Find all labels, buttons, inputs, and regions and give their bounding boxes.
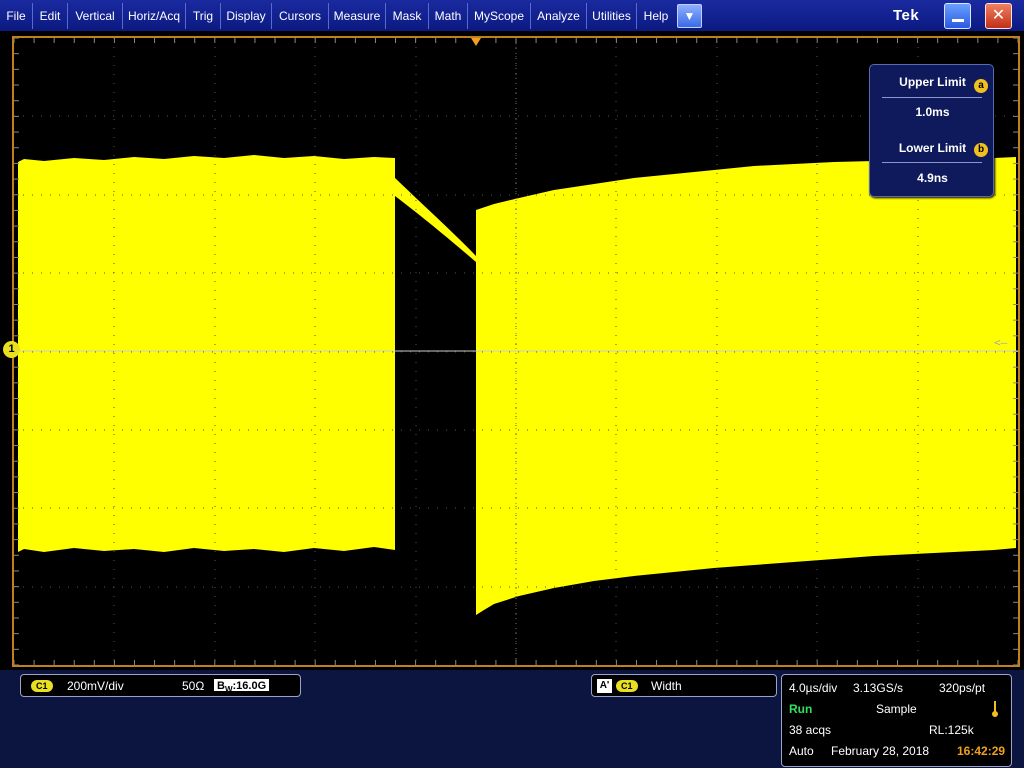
measurement-channel-badge: C1 — [616, 680, 638, 692]
menu-edit[interactable]: Edit — [33, 0, 67, 32]
sample-rate: 3.13GS/s — [853, 681, 904, 695]
channel-1-readout[interactable]: C1 200mV/div 50Ω BW:16.0G — [20, 674, 301, 697]
tek-logo: Tek — [893, 7, 920, 24]
chevron-down-icon: ▼ — [683, 9, 696, 23]
minimize-button[interactable] — [944, 3, 971, 29]
close-button[interactable]: ✕ — [985, 3, 1012, 29]
measurement-readout[interactable]: A' C1 Width — [591, 674, 777, 697]
divider — [882, 162, 982, 163]
menu-display[interactable]: Display — [221, 0, 271, 32]
run-status: Run — [789, 702, 813, 716]
waveform-segment-right — [476, 157, 1016, 615]
knob-a-icon: a — [974, 79, 988, 93]
clock: 16:42:29 — [957, 744, 1006, 758]
trigger-mode: Auto — [789, 744, 814, 758]
bandwidth-badge: BW:16.0G — [213, 678, 271, 694]
waveform-segment-decay — [395, 178, 476, 262]
acquisition-readout[interactable]: 4.0µs/div 3.13GS/s 320ps/pt Run Sample 3… — [781, 674, 1012, 767]
time-resolution: 320ps/pt — [939, 681, 986, 695]
acquisition-mode: Sample — [876, 702, 917, 716]
knob-b-icon: b — [974, 143, 988, 157]
vertical-scale: 200mV/div — [67, 679, 124, 693]
menu-math[interactable]: Math — [429, 0, 467, 32]
menu-utilities[interactable]: Utilities — [587, 0, 636, 32]
menu-measure[interactable]: Measure — [329, 0, 385, 32]
menu-file[interactable]: File — [0, 0, 32, 32]
menu-cursors[interactable]: Cursors — [272, 0, 328, 32]
menu-trig[interactable]: Trig — [186, 0, 220, 32]
channel-1-marker[interactable]: 1 — [3, 341, 20, 358]
divider — [882, 97, 982, 98]
channel-badge: C1 — [31, 680, 53, 692]
menu-vertical[interactable]: Vertical — [68, 0, 122, 32]
menu-help[interactable]: Help — [637, 0, 675, 32]
reference-badge: A' — [597, 679, 612, 693]
menu-analyze[interactable]: Analyze — [531, 0, 586, 32]
date: February 28, 2018 — [831, 744, 930, 758]
waveform-segment-left — [18, 155, 395, 552]
waveform-trace — [18, 155, 1016, 615]
menu-horiz-acq[interactable]: Horiz/Acq — [123, 0, 185, 32]
menu-dropdown-button[interactable]: ▼ — [677, 4, 702, 28]
trigger-level-icon — [992, 701, 998, 717]
status-area: C1 200mV/div 50Ω BW:16.0G A' C1 Width 4.… — [0, 670, 1024, 768]
measurement-label: Width — [651, 679, 682, 693]
acquisition-count: 38 acqs — [789, 723, 832, 737]
horizontal-scale: 4.0µs/div — [789, 681, 838, 695]
upper-limit-value[interactable]: 1.0ms — [870, 105, 995, 119]
trigger-position-marker — [471, 38, 481, 46]
trigger-level-marker: <— — [994, 336, 1008, 349]
record-length: RL:125k — [929, 723, 974, 737]
menu-myscope[interactable]: MyScope — [468, 0, 530, 32]
menu-bar: File Edit Vertical Horiz/Acq Trig Displa… — [0, 0, 1024, 32]
close-icon: ✕ — [991, 7, 1006, 24]
limits-panel[interactable]: Upper Limit a 1.0ms Lower Limit b 4.9ns — [869, 64, 994, 197]
input-impedance: 50Ω — [182, 679, 205, 693]
menu-mask[interactable]: Mask — [386, 0, 428, 32]
waveform-display: <— — [14, 38, 1018, 665]
lower-limit-value[interactable]: 4.9ns — [870, 171, 995, 185]
